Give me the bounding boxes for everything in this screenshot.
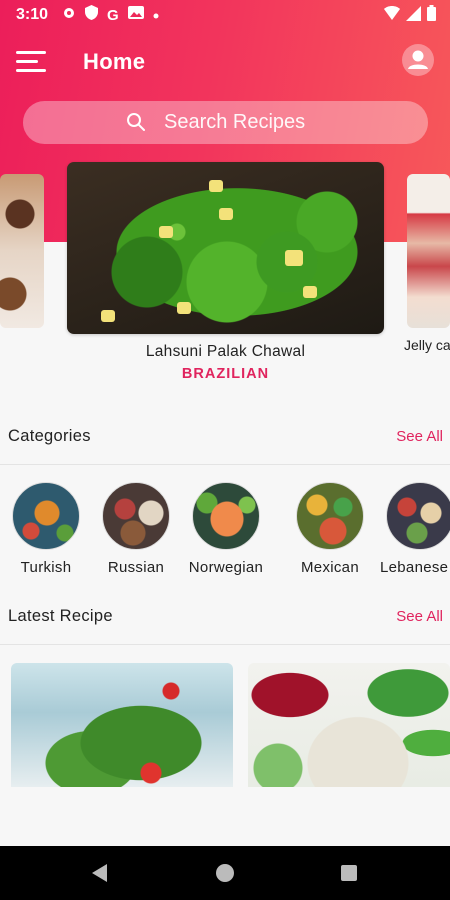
featured-recipe-cuisine: BRAZILIAN	[181, 366, 270, 382]
recent-apps-icon[interactable]	[341, 865, 357, 881]
menu-icon[interactable]	[16, 48, 48, 74]
category-item-russian[interactable]: Russian	[102, 482, 170, 576]
category-item-mexican[interactable]: Mexican	[296, 482, 364, 576]
avatar[interactable]	[402, 44, 434, 76]
search-input[interactable]: Search Recipes	[23, 101, 428, 144]
category-item-norwegian[interactable]: Norwegian	[189, 482, 263, 576]
category-image	[192, 482, 260, 550]
categories-see-all-button[interactable]: See All	[396, 428, 443, 445]
google-icon: G	[107, 6, 119, 24]
search-icon	[126, 112, 146, 137]
back-icon[interactable]	[92, 864, 107, 882]
category-image	[12, 482, 80, 550]
latest-see-all-button[interactable]: See All	[396, 608, 443, 625]
status-bar: 3:10 G	[0, 0, 450, 30]
shield-icon	[85, 5, 98, 25]
categories-title: Categories	[8, 427, 91, 445]
category-label: Turkish	[20, 559, 72, 576]
category-label: Lebanese	[380, 559, 449, 576]
person-icon	[408, 50, 428, 69]
signal-icon	[406, 5, 421, 26]
system-navigation-bar	[0, 846, 450, 900]
category-item-turkish[interactable]: Turkish	[12, 482, 80, 576]
latest-recipe-card[interactable]	[11, 663, 233, 787]
wifi-icon	[384, 6, 400, 25]
search-placeholder: Search Recipes	[164, 111, 306, 133]
gear-icon	[62, 6, 76, 25]
divider	[0, 464, 450, 465]
category-image	[102, 482, 170, 550]
image-icon	[127, 6, 144, 24]
category-item-lebanese[interactable]: Lebanese	[380, 482, 450, 576]
category-label: Norwegian	[188, 559, 264, 576]
status-time: 3:10	[16, 6, 49, 23]
battery-icon	[427, 5, 436, 26]
featured-card-image[interactable]	[67, 162, 384, 334]
category-label: Mexican	[301, 559, 359, 576]
page-title: Home	[83, 49, 146, 74]
latest-recipe-card[interactable]	[248, 663, 450, 787]
category-label: Russian	[107, 559, 165, 576]
home-icon[interactable]	[216, 864, 234, 882]
category-image	[386, 482, 450, 550]
dot-icon	[153, 6, 159, 24]
latest-recipe-title: Latest Recipe	[8, 607, 113, 625]
category-image	[296, 482, 364, 550]
featured-card-next[interactable]	[407, 174, 450, 328]
next-recipe-name: Jelly cake	[404, 337, 450, 353]
app-bar: Home	[0, 40, 450, 84]
featured-card-previous[interactable]	[0, 174, 44, 328]
divider	[0, 644, 450, 645]
